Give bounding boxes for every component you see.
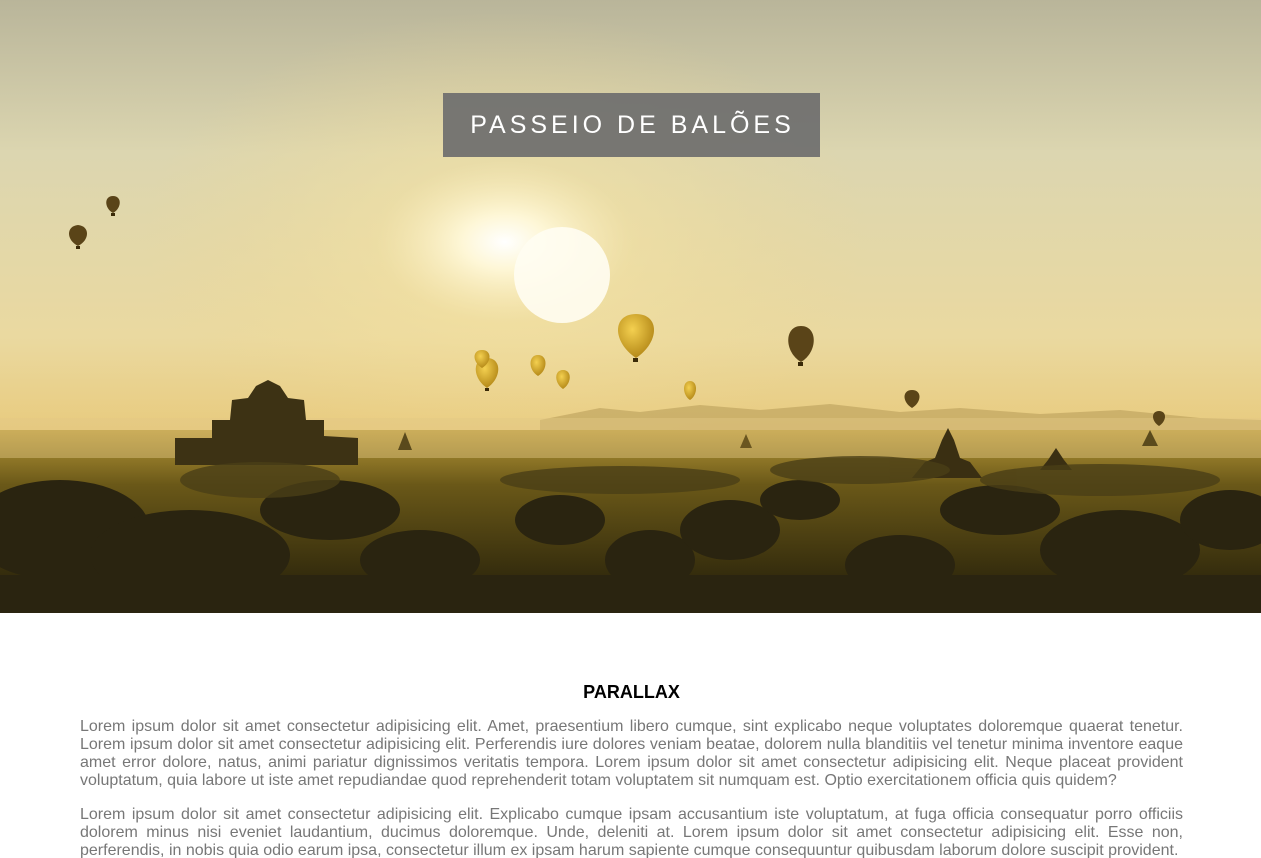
hero-banner: PASSEIO DE BALÕES [0,0,1261,613]
paragraph-2: Lorem ipsum dolor sit amet consectetur a… [80,806,1183,858]
content-section: PARALLAX Lorem ipsum dolor sit amet cons… [0,613,1261,858]
balloons-landscape-image [0,0,1261,613]
section-title: PARALLAX [583,682,680,702]
hero-title: PASSEIO DE BALÕES [443,93,820,157]
paragraph-1: Lorem ipsum dolor sit amet consectetur a… [80,718,1183,789]
